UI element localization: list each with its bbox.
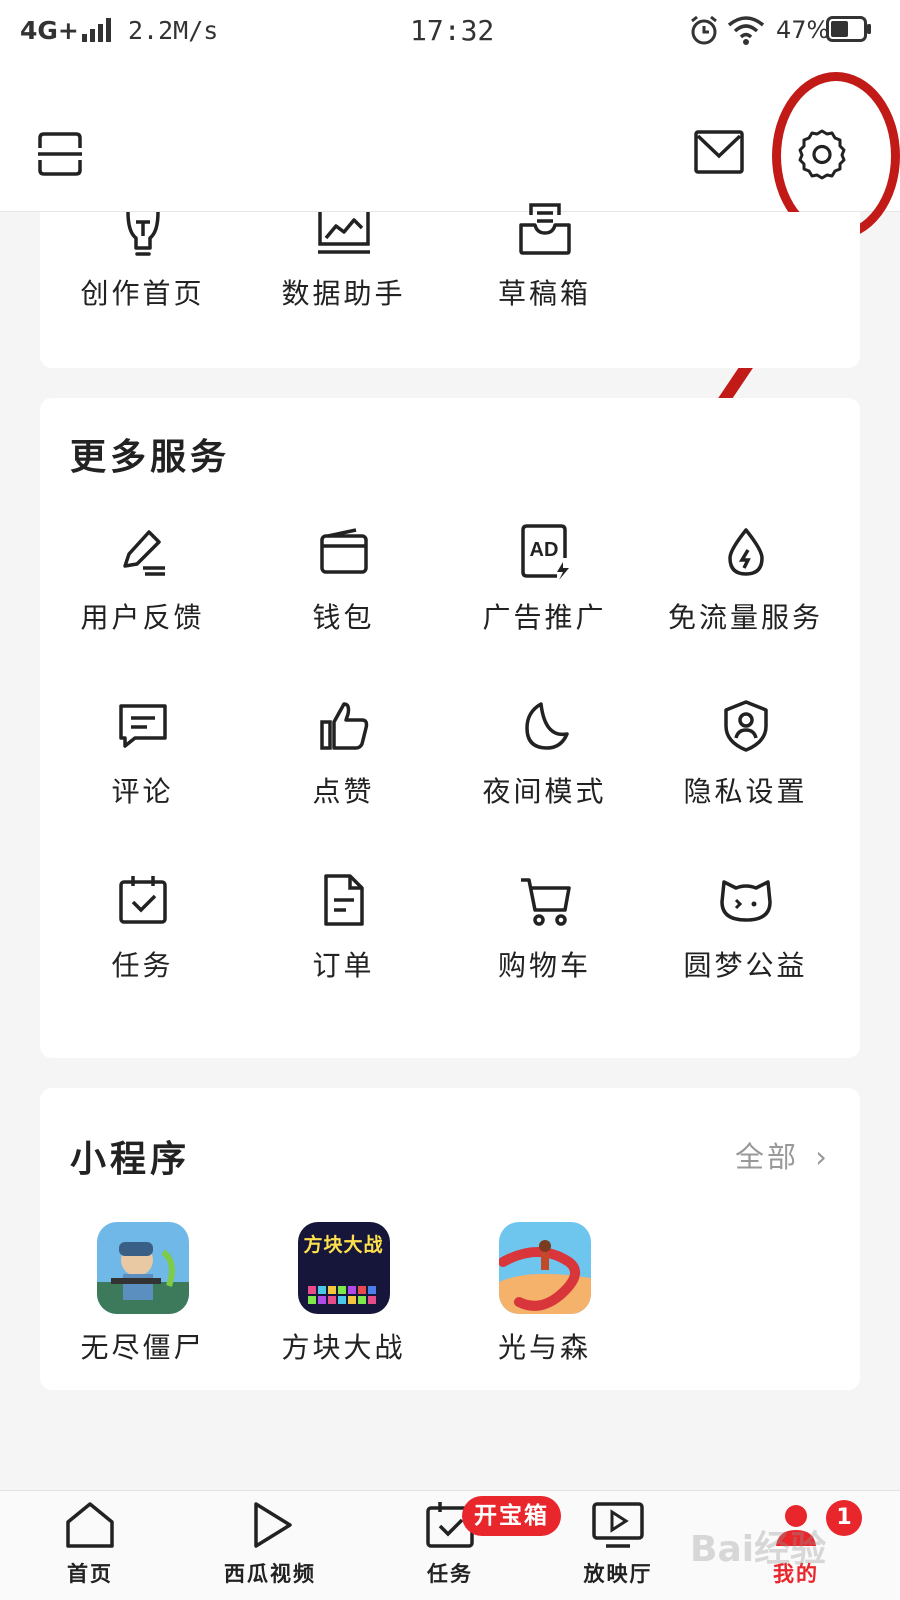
mail-icon[interactable]: [694, 130, 744, 174]
notification-count-badge: 1: [826, 1500, 862, 1536]
play-icon: [254, 1502, 292, 1548]
signal-icon: [82, 18, 111, 42]
svg-text:AD: AD: [529, 539, 558, 561]
clock: 17:32: [410, 14, 495, 47]
service-label: 点赞: [312, 775, 375, 808]
service-orders[interactable]: 订单: [241, 868, 446, 984]
mini-program-light-forest[interactable]: 光与森: [442, 1222, 647, 1366]
lightbulb-icon: [125, 211, 160, 256]
data-drop-icon: [727, 528, 764, 576]
wifi-icon: [727, 16, 765, 45]
chevron-right-icon: ›: [815, 1140, 830, 1174]
screen-play-icon: [592, 1502, 644, 1548]
cat-face-icon: [719, 880, 772, 922]
nav-label: 首页: [67, 1562, 113, 1586]
more-services-title: 更多服务: [70, 437, 231, 478]
scan-icon[interactable]: [36, 130, 84, 178]
data-assistant-label: 数据助手: [281, 277, 406, 310]
network-speed: 2.2M/s: [128, 16, 219, 45]
nav-label: 放映厅: [583, 1562, 653, 1586]
service-label: 隐私设置: [683, 775, 808, 808]
mini-program-label: 方块大战: [281, 1331, 406, 1364]
profile-header: [0, 60, 900, 212]
ad-icon: AD: [520, 524, 569, 580]
service-label: 评论: [111, 775, 174, 808]
mini-program-zombies[interactable]: 无尽僵尸: [40, 1222, 245, 1366]
block-game-icon: 方块大战: [297, 1222, 390, 1314]
thumbs-up-icon: [319, 702, 368, 750]
see-all-label: 全部: [735, 1140, 800, 1174]
battery-icon: [826, 16, 871, 42]
service-label: 购物车: [497, 949, 591, 982]
service-label: 广告推广: [482, 601, 607, 634]
data-assistant-item[interactable]: 数据助手: [241, 196, 446, 312]
service-label: 任务: [111, 949, 174, 982]
pen-icon: [122, 530, 165, 576]
service-label: 圆梦公益: [683, 949, 808, 982]
home-icon: [66, 1502, 114, 1548]
nav-label: 任务: [427, 1562, 473, 1586]
chart-icon: [317, 212, 370, 254]
wallet-icon: [319, 528, 368, 574]
service-label: 钱包: [312, 601, 375, 634]
service-night-mode[interactable]: 夜间模式: [442, 694, 647, 810]
creator-home-item[interactable]: 创作首页: [40, 196, 245, 312]
service-likes[interactable]: 点赞: [241, 694, 446, 810]
cart-icon: [520, 878, 571, 926]
moon-icon: [524, 702, 569, 750]
light-forest-game-icon: [498, 1222, 591, 1314]
see-all-link[interactable]: 全部 ›: [735, 1134, 830, 1176]
privacy-shield-icon: [723, 700, 768, 752]
task-calendar-icon: [118, 876, 167, 924]
open-chest-badge[interactable]: 开宝箱: [462, 1496, 561, 1536]
service-charity[interactable]: 圆梦公益: [643, 868, 848, 984]
drafts-box-icon: [518, 203, 571, 255]
alarm-icon: [691, 15, 717, 45]
nav-xigua-video[interactable]: 西瓜视频: [180, 1500, 360, 1588]
service-cart[interactable]: 购物车: [442, 868, 647, 984]
mini-program-label: 光与森: [497, 1331, 591, 1364]
service-label: 免流量服务: [667, 601, 823, 634]
nav-home[interactable]: 首页: [0, 1500, 180, 1588]
service-label: 订单: [312, 949, 375, 982]
comment-icon: [118, 704, 167, 748]
network-type: 4G+: [20, 16, 79, 45]
creator-home-label: 创作首页: [80, 277, 205, 310]
service-wallet[interactable]: 钱包: [241, 520, 446, 636]
mini-program-label: 无尽僵尸: [80, 1331, 205, 1364]
zombie-game-icon: [96, 1222, 189, 1314]
service-free-data[interactable]: 免流量服务: [643, 520, 848, 636]
service-advertising[interactable]: AD 广告推广: [442, 520, 647, 636]
nav-label: 西瓜视频: [224, 1562, 316, 1586]
drafts-item[interactable]: 草稿箱: [442, 196, 647, 312]
block-game-icon-text: 方块大战: [303, 1234, 384, 1256]
service-privacy[interactable]: 隐私设置: [643, 694, 848, 810]
battery-percent: 47%: [776, 16, 830, 44]
mini-programs-title: 小程序: [70, 1139, 191, 1180]
watermark: Bai经验: [690, 1529, 827, 1570]
order-document-icon: [323, 874, 364, 926]
mini-program-block-battle[interactable]: 方块大战 方块大战: [241, 1222, 446, 1366]
service-tasks[interactable]: 任务: [40, 868, 245, 984]
drafts-label: 草稿箱: [497, 277, 591, 310]
service-label: 用户反馈: [80, 601, 205, 634]
service-comments[interactable]: 评论: [40, 694, 245, 810]
service-feedback[interactable]: 用户反馈: [40, 520, 245, 636]
service-label: 夜间模式: [482, 775, 607, 808]
